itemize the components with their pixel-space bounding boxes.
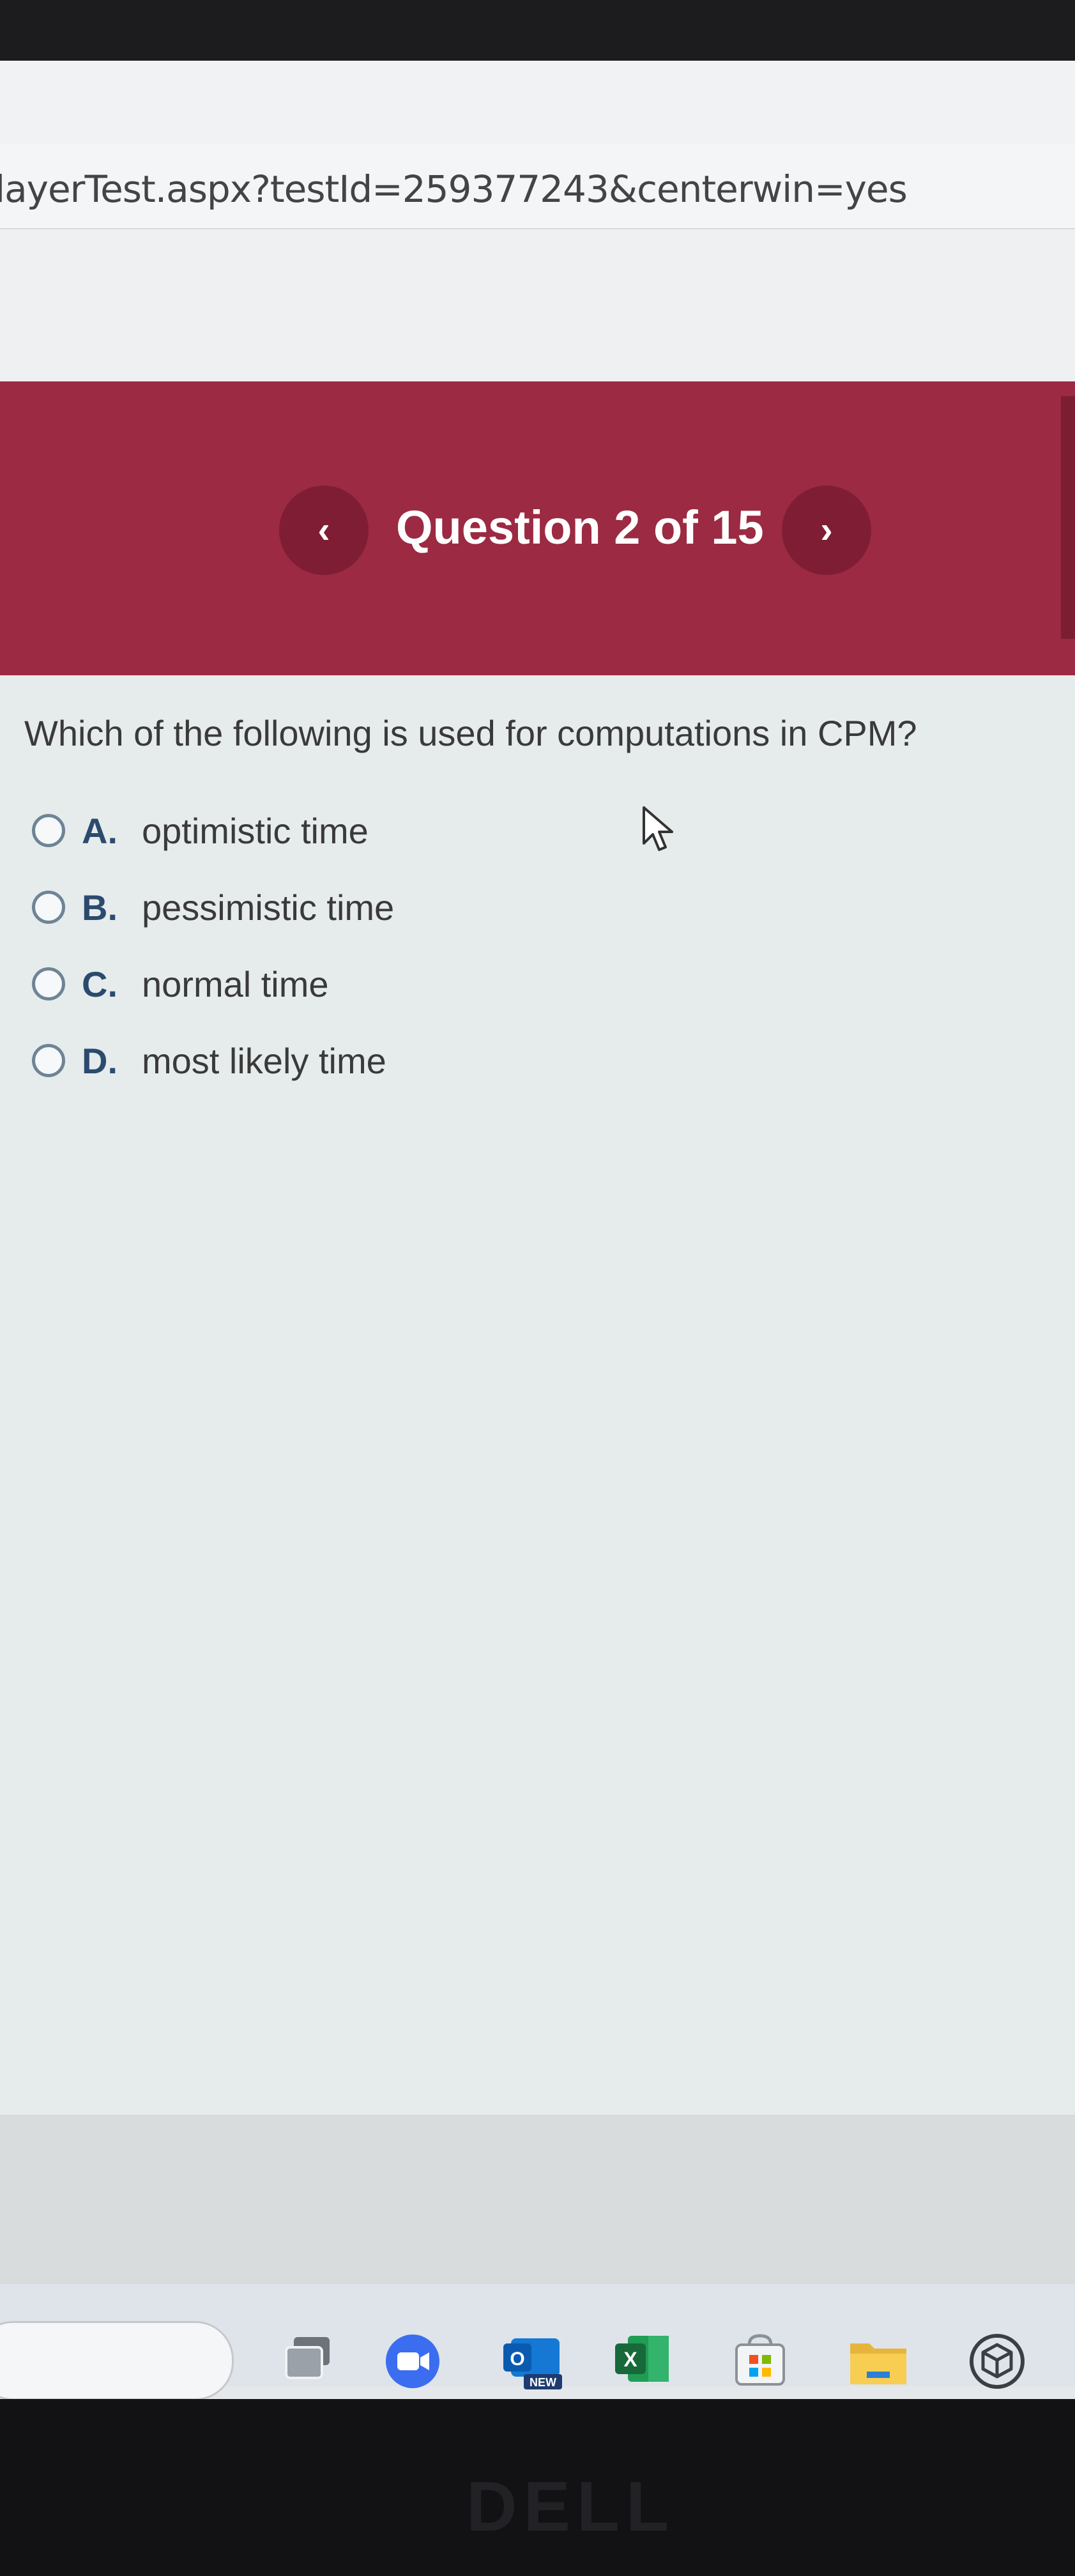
option-text: pessimistic time	[142, 887, 395, 928]
option-letter: D.	[82, 1040, 118, 1081]
radio-button-a[interactable]	[32, 814, 65, 847]
radio-button-c[interactable]	[32, 967, 65, 1000]
banner-side-panel	[1061, 396, 1075, 639]
page-top-area	[0, 229, 1075, 381]
answer-option-c[interactable]: C. normal time	[32, 958, 329, 1009]
excel-glyph: X	[623, 2348, 637, 2371]
dell-logo: DELL	[466, 2467, 676, 2546]
taskbar-search-box[interactable]	[0, 2321, 234, 2400]
chevron-left-icon: ‹	[317, 509, 330, 551]
question-text: Which of the following is used for compu…	[24, 713, 917, 753]
answer-option-b[interactable]: B. pessimistic time	[32, 882, 394, 933]
option-text: most likely time	[142, 1040, 386, 1081]
url-text[interactable]: layerTest.aspx?testId=259377243&centerwi…	[0, 167, 908, 211]
screen-bezel-top	[0, 0, 1075, 61]
option-letter: A.	[82, 810, 118, 851]
radio-button-b[interactable]	[32, 891, 65, 924]
previous-question-button[interactable]: ‹	[279, 486, 369, 575]
outlook-new-icon[interactable]: O NEW	[498, 2326, 568, 2396]
file-explorer-icon[interactable]	[846, 2333, 910, 2388]
chevron-right-icon: ›	[820, 509, 833, 551]
outlook-new-badge: NEW	[530, 2376, 556, 2389]
option-text: normal time	[142, 963, 329, 1004]
option-letter: B.	[82, 887, 118, 928]
question-counter: Question 2 of 15	[396, 501, 764, 554]
option-text: optimistic time	[142, 810, 369, 851]
browser-window-chrome	[0, 61, 1075, 146]
radio-button-d[interactable]	[32, 1044, 65, 1077]
next-question-button[interactable]: ›	[782, 486, 871, 575]
3d-box-icon[interactable]	[968, 2332, 1026, 2391]
answer-option-d[interactable]: D. most likely time	[32, 1035, 386, 1086]
excel-icon[interactable]: X	[610, 2331, 674, 2388]
microsoft-store-icon[interactable]	[731, 2332, 789, 2389]
answer-option-a[interactable]: A. optimistic time	[32, 805, 369, 856]
svg-text:O: O	[510, 2349, 524, 2370]
page-bottom-area	[0, 2115, 1075, 2284]
zoom-icon[interactable]	[383, 2332, 442, 2391]
task-view-icon[interactable]	[281, 2332, 335, 2386]
option-letter: C.	[82, 963, 118, 1004]
mouse-pointer-icon	[643, 806, 673, 851]
